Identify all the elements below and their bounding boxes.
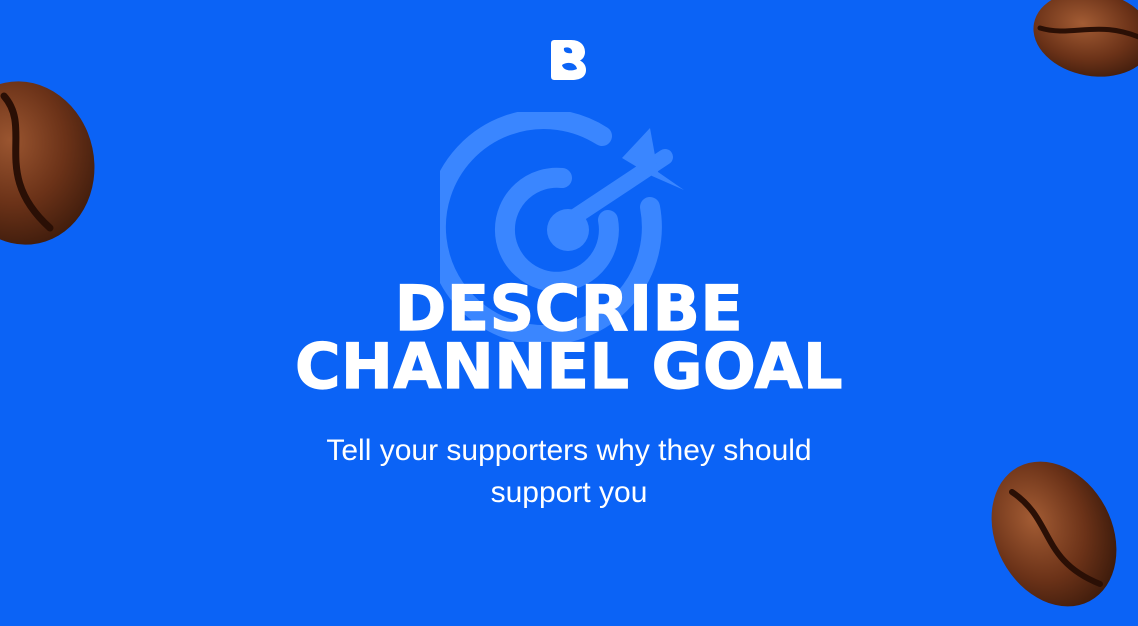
brand-logo-icon (551, 40, 586, 80)
page-title-line-2: CHANNEL GOAL (294, 330, 843, 403)
page-title: DESCRIBE CHANNEL GOAL (0, 277, 1138, 403)
onboarding-slide: DESCRIBE CHANNEL GOAL Tell your supporte… (0, 0, 1138, 626)
coffee-bean-icon (1033, 0, 1138, 77)
coffee-bean-icon (0, 81, 95, 245)
page-subtitle-line-1: Tell your supporters why they should (326, 434, 812, 467)
page-subtitle-line-2: support you (490, 476, 648, 509)
page-subtitle: Tell your supporters why they should sup… (0, 430, 1138, 514)
